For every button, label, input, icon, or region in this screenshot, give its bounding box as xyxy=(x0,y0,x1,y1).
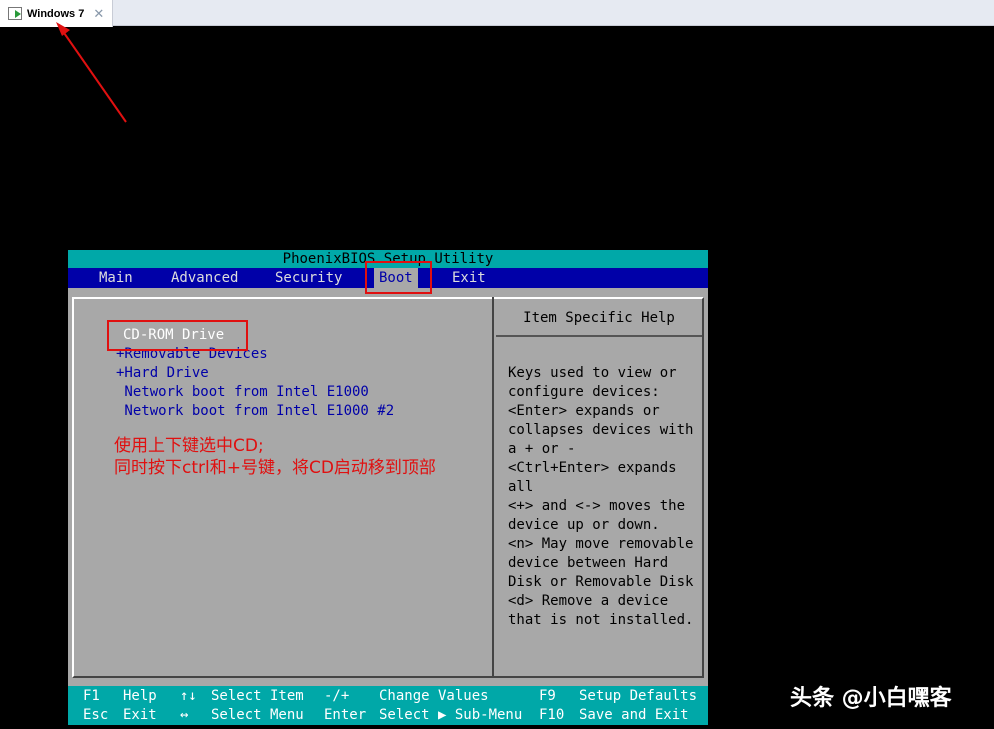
key-f1: F1 xyxy=(83,687,100,706)
annotation-line-1: 使用上下键选中CD; xyxy=(114,435,436,457)
highlight-cdrom xyxy=(107,320,248,351)
key-f9: F9 xyxy=(539,687,556,706)
highlight-boot-tab xyxy=(365,261,432,294)
help-text: Keys used to view or configure devices: … xyxy=(508,364,693,630)
key-desc: Setup Defaults xyxy=(579,687,697,706)
key-arrows-lr: ↔ xyxy=(180,706,188,725)
bios-footer: F1 Help ↑↓ Select Item -/+ Change Values… xyxy=(68,686,708,725)
boot-item-network-2[interactable]: Network boot from Intel E1000 #2 xyxy=(116,402,394,421)
panel-divider xyxy=(492,297,494,678)
key-plusminus: -/+ xyxy=(324,687,349,706)
annotation-text: 使用上下键选中CD; 同时按下ctrl和+号键，将CD启动移到顶部 xyxy=(114,435,436,479)
key-desc: Change Values xyxy=(379,687,489,706)
key-desc: Select Item xyxy=(211,687,304,706)
watermark: 头条 @小白嘿客 xyxy=(790,680,952,712)
key-desc: Exit xyxy=(123,706,157,725)
help-title: Item Specific Help xyxy=(496,299,702,337)
key-f10: F10 xyxy=(539,706,564,725)
menu-security[interactable]: Security xyxy=(275,268,342,288)
key-esc: Esc xyxy=(83,706,108,725)
menu-main[interactable]: Main xyxy=(99,268,133,288)
key-arrows-ud: ↑↓ xyxy=(180,687,197,706)
key-desc: Select ▶ Sub-Menu xyxy=(379,706,522,725)
boot-item-network-1[interactable]: Network boot from Intel E1000 xyxy=(116,383,394,402)
key-enter: Enter xyxy=(324,706,366,725)
menu-advanced[interactable]: Advanced xyxy=(171,268,238,288)
key-desc: Save and Exit xyxy=(579,706,689,725)
key-desc: Select Menu xyxy=(211,706,304,725)
menu-exit[interactable]: Exit xyxy=(452,268,486,288)
boot-item-hard-drive[interactable]: +Hard Drive xyxy=(116,364,394,383)
annotation-line-2: 同时按下ctrl和+号键，将CD启动移到顶部 xyxy=(114,457,436,479)
key-desc: Help xyxy=(123,687,157,706)
